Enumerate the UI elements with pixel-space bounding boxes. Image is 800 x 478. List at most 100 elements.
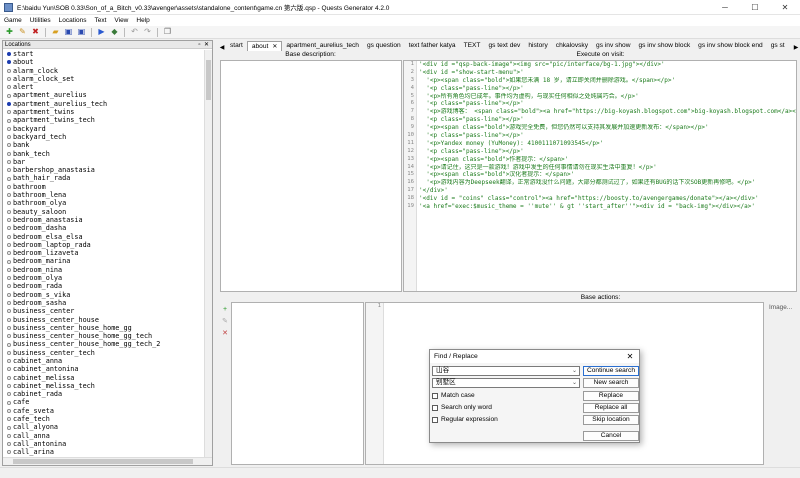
copy-icon[interactable]: ❐ xyxy=(162,27,173,38)
location-item[interactable]: business_center_house_home_gg_tech xyxy=(3,332,205,340)
float-panel-icon[interactable]: ▫ xyxy=(196,42,203,48)
edit-action-icon[interactable]: ✎ xyxy=(221,318,229,326)
tab-gs-text-dev[interactable]: gs text dev xyxy=(484,41,524,51)
location-item[interactable]: bedroom_olya xyxy=(3,274,205,282)
minimize-button[interactable]: ─ xyxy=(710,0,740,15)
run-game-icon[interactable]: ▶ xyxy=(96,27,107,38)
continue-search-button[interactable]: Continue search xyxy=(583,366,639,376)
execute-on-visit-editor[interactable]: 1 2 3 4 5 6 7 8 9 10 11 12 13 14 15 16 17 18 19 '<div id =… xyxy=(403,60,797,292)
location-item[interactable]: business_center xyxy=(3,307,205,315)
location-item[interactable]: bedroom_dasha xyxy=(3,224,205,232)
undo-icon[interactable]: ↶ xyxy=(129,27,140,38)
save-as-icon[interactable]: ▣ xyxy=(76,27,87,38)
tab-about[interactable]: about ✕ xyxy=(246,41,283,51)
menu-locations[interactable]: Locations xyxy=(55,17,91,24)
location-item[interactable]: beauty_saloon xyxy=(3,208,205,216)
tab-gs-inv-show-block[interactable]: gs inv show block xyxy=(634,41,694,51)
chevron-down-icon[interactable]: ⌄ xyxy=(572,367,577,375)
location-item[interactable]: cafe_tech xyxy=(3,415,205,423)
location-item[interactable]: backyard_tech xyxy=(3,133,205,141)
tab-history[interactable]: history xyxy=(524,41,551,51)
location-item[interactable]: bedroom_s_vika xyxy=(3,291,205,299)
location-item[interactable]: cabinet_melissa xyxy=(3,374,205,382)
checkbox-box[interactable] xyxy=(432,404,438,411)
menu-utilities[interactable]: Utilities xyxy=(26,17,55,24)
location-item[interactable]: about xyxy=(3,58,205,66)
maximize-button[interactable]: ☐ xyxy=(740,0,770,15)
location-item[interactable]: apartment_twins_tech xyxy=(3,116,205,124)
new-search-button[interactable]: New search xyxy=(583,378,639,388)
location-item[interactable]: cafe_sveta xyxy=(3,407,205,415)
delete-action-icon[interactable]: ✕ xyxy=(221,330,229,338)
location-item[interactable]: business_center_house_home_gg_tech_2 xyxy=(3,340,205,348)
skip-location-button[interactable]: Skip location xyxy=(583,415,639,425)
location-item[interactable]: bedroom_sasha xyxy=(3,299,205,307)
close-panel-icon[interactable]: ✕ xyxy=(203,41,210,48)
close-window-button[interactable]: ✕ xyxy=(770,0,800,15)
scrollbar-thumb[interactable] xyxy=(206,60,211,100)
chevron-down-icon[interactable]: ⌄ xyxy=(572,379,577,387)
location-item[interactable]: business_center_house_home_gg xyxy=(3,324,205,332)
tab-text[interactable]: TEXT xyxy=(460,41,485,51)
menu-view[interactable]: View xyxy=(110,17,132,24)
menu-game[interactable]: Game xyxy=(0,17,26,24)
location-item[interactable]: bedroom_elsa_elsa xyxy=(3,233,205,241)
replace-all-button[interactable]: Replace all xyxy=(583,403,639,413)
location-item[interactable]: alarm_clock_set xyxy=(3,75,205,83)
location-item[interactable]: apartment_aurelius_tech xyxy=(3,100,205,108)
location-item[interactable]: alarm_clock xyxy=(3,67,205,75)
location-item[interactable]: apartment_twins xyxy=(3,108,205,116)
location-item[interactable]: bathroom xyxy=(3,183,205,191)
match-case-checkbox[interactable]: Match case xyxy=(432,392,475,399)
location-item[interactable]: bedroom_anastasia xyxy=(3,216,205,224)
checkbox-box[interactable] xyxy=(432,416,438,423)
location-item[interactable]: bar xyxy=(3,158,205,166)
location-item[interactable]: cabinet_melissa_tech xyxy=(3,382,205,390)
location-item[interactable]: bedroom_lizaveta xyxy=(3,249,205,257)
location-item[interactable]: business_center_tech xyxy=(3,349,205,357)
location-item[interactable]: bank xyxy=(3,141,205,149)
tab-scroll-left-icon[interactable]: ◀ xyxy=(218,44,226,51)
replace-input[interactable]: 别墅区 ⌄ xyxy=(432,378,580,388)
location-item[interactable]: alert xyxy=(3,83,205,91)
location-item[interactable]: bedroom_nina xyxy=(3,266,205,274)
location-item[interactable]: apartment_aurelius xyxy=(3,91,205,99)
checkbox-box[interactable] xyxy=(432,392,438,399)
new-location-icon[interactable]: ✚ xyxy=(4,27,15,38)
actions-list[interactable] xyxy=(231,302,364,465)
cancel-button[interactable]: Cancel xyxy=(583,431,639,441)
location-item[interactable]: business_center_house xyxy=(3,316,205,324)
search-input[interactable]: 山谷 ⌄ xyxy=(432,366,580,376)
location-item[interactable]: cabinet_antonina xyxy=(3,365,205,373)
tab-gs-st[interactable]: gs st xyxy=(767,41,789,51)
location-item[interactable]: bath_hair_rada xyxy=(3,174,205,182)
location-item[interactable]: backyard xyxy=(3,125,205,133)
tab-start[interactable]: start xyxy=(226,41,247,51)
tab-apartment-aurelius-tech[interactable]: apartment_aurelius_tech xyxy=(282,41,363,51)
open-icon[interactable]: ▰ xyxy=(50,27,61,38)
close-tab-icon[interactable]: ✕ xyxy=(272,44,277,50)
tab-scroll-right-icon[interactable]: ▶ xyxy=(792,44,800,51)
save-icon[interactable]: ▣ xyxy=(63,27,74,38)
search-only-word-checkbox[interactable]: Search only word xyxy=(432,404,492,411)
location-item[interactable]: bank_tech xyxy=(3,150,205,158)
menu-text[interactable]: Text xyxy=(90,17,110,24)
replace-button[interactable]: Replace xyxy=(583,391,639,401)
location-item[interactable]: start xyxy=(3,50,205,58)
location-item[interactable]: call_antonina xyxy=(3,440,205,448)
locations-horizontal-scrollbar[interactable] xyxy=(3,457,212,465)
locations-vertical-scrollbar[interactable] xyxy=(204,50,212,458)
location-item[interactable]: cabinet_anna xyxy=(3,357,205,365)
tab-gs-question[interactable]: gs question xyxy=(363,41,405,51)
tab-gs-inv-show-block-end[interactable]: gs inv show block end xyxy=(694,41,767,51)
location-item[interactable]: bedroom_laptop_rada xyxy=(3,241,205,249)
scrollbar-thumb[interactable] xyxy=(13,459,193,464)
location-item[interactable]: bedroom_marina xyxy=(3,257,205,265)
close-dialog-icon[interactable]: ✕ xyxy=(625,352,635,361)
location-item[interactable]: bedroom_rada xyxy=(3,282,205,290)
tab-chkalovsky[interactable]: chkalovsky xyxy=(552,41,592,51)
image-button[interactable]: Image... xyxy=(769,304,792,311)
location-item[interactable]: bathroom_olya xyxy=(3,199,205,207)
delete-icon[interactable]: ✖ xyxy=(30,27,41,38)
code-content[interactable]: '<div id ="qsp-back-image"><img src="pic… xyxy=(419,61,796,211)
